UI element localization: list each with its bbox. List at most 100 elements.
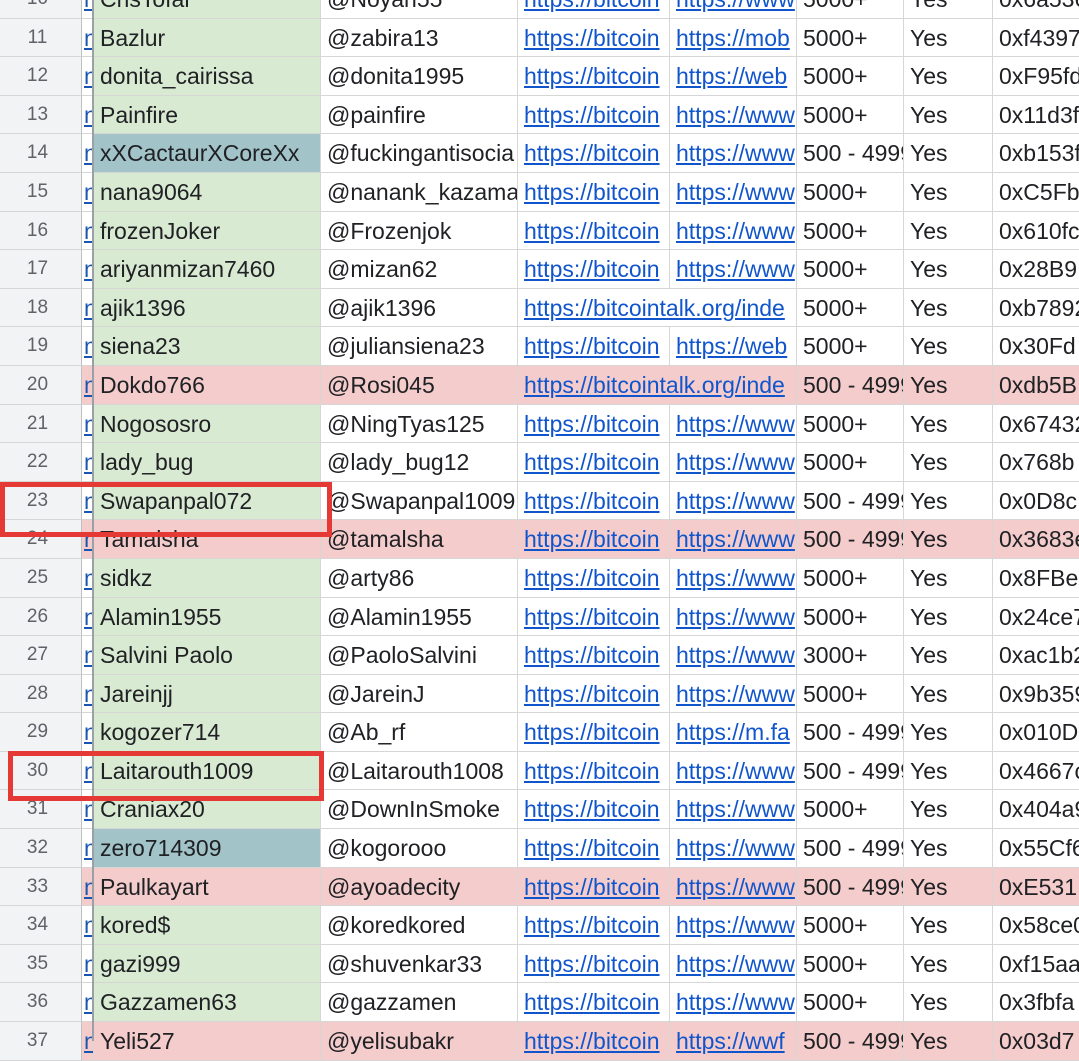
cell-post-link[interactable]: https://web <box>670 57 797 96</box>
cell-wallet-address[interactable]: 0x404a9 <box>993 790 1079 830</box>
row-number[interactable]: 29 <box>0 713 82 752</box>
cell-followers[interactable]: 5000+ <box>797 790 904 830</box>
cell-twitter-handle[interactable]: @koredkored <box>321 906 518 945</box>
cell-post-link[interactable]: https://www <box>670 558 797 598</box>
cell-profile-link[interactable]: https://bitcoin <box>518 57 670 96</box>
cell-profile-link[interactable]: https://bitcointalk.org/inde <box>518 288 797 328</box>
cell-username[interactable]: nana9064 <box>94 172 321 212</box>
cell-profile-link[interactable]: https://bitcoin <box>518 713 670 752</box>
cell-confirmed[interactable]: Yes <box>904 1022 993 1061</box>
table-row[interactable]: 35ntgazi999@shuvenkar33https://bitcoinht… <box>0 944 1079 984</box>
cell-profile-link[interactable]: https://bitcoin <box>518 172 670 212</box>
cell-twitter-handle[interactable]: @Noyan55 <box>321 0 518 19</box>
cell-profile-link[interactable]: https://bitcoin <box>518 520 670 559</box>
cell-post-link[interactable]: https://www <box>670 790 797 830</box>
cell-post-link[interactable]: https://www <box>670 829 797 868</box>
cell-profile-link[interactable]: https://bitcoin <box>518 404 670 444</box>
cell-twitter-handle[interactable]: @JareinJ <box>321 674 518 714</box>
row-number[interactable]: 13 <box>0 95 82 135</box>
cell-wallet-address[interactable]: 0x3fbfa <box>993 983 1079 1023</box>
cell-confirmed[interactable]: Yes <box>904 327 993 366</box>
cell-confirmed[interactable]: Yes <box>904 713 993 752</box>
cell-wallet-address[interactable]: 0x610fc <box>993 212 1079 251</box>
cell-followers[interactable]: 500 - 4999 <box>797 867 904 907</box>
cell-followers[interactable]: 500 - 4999 <box>797 365 904 405</box>
cell-wallet-address[interactable]: 0x0D8c <box>993 482 1079 521</box>
cell-profile-link[interactable]: https://bitcoin <box>518 558 670 598</box>
row-number[interactable]: 20 <box>0 365 82 405</box>
cell-profile-link[interactable]: https://bitcoin <box>518 0 670 19</box>
cell-twitter-handle[interactable]: @lady_bug12 <box>321 443 518 482</box>
cell-twitter-handle[interactable]: @Laitarouth1008 <box>321 751 518 791</box>
row-number[interactable]: 31 <box>0 790 82 830</box>
cell-profile-link[interactable]: https://bitcoin <box>518 211 670 251</box>
cell-twitter-handle[interactable]: @gazzamen <box>321 983 518 1023</box>
cell-twitter-handle[interactable]: @arty86 <box>321 558 518 598</box>
cell-wallet-address[interactable]: 0x3683e <box>993 520 1079 559</box>
table-row[interactable]: 21ntNogososro@NingTyas125https://bitcoin… <box>0 404 1079 444</box>
cell-followers[interactable]: 5000+ <box>797 250 904 289</box>
cell-confirmed[interactable]: Yes <box>904 558 993 598</box>
cell-followers[interactable]: 500 - 4999 <box>797 751 904 791</box>
table-row[interactable]: 18ntajik1396@ajik1396https://bitcointalk… <box>0 288 1079 328</box>
cell-profile-link[interactable]: https://bitcoin <box>518 597 670 637</box>
cell-twitter-handle[interactable]: @NingTyas125 <box>321 404 518 444</box>
row-number[interactable]: 12 <box>0 57 82 96</box>
cell-confirmed[interactable]: Yes <box>904 443 993 482</box>
cell-wallet-address[interactable]: 0x9b359 <box>993 675 1079 714</box>
cell-followers[interactable]: 500 - 4999 <box>797 520 904 559</box>
cell-followers[interactable]: 5000+ <box>797 674 904 714</box>
cell-twitter-handle[interactable]: @Alamin1955 <box>321 597 518 637</box>
cell-confirmed[interactable]: Yes <box>904 250 993 289</box>
cell-username[interactable]: ajik1396 <box>94 288 321 328</box>
cell-profile-link[interactable]: https://bitcointalk.org/inde <box>518 365 797 405</box>
cell-wallet-address[interactable]: 0x67432 <box>993 405 1079 444</box>
cell-post-link[interactable]: https://www <box>670 481 797 521</box>
cell-profile-link[interactable]: https://bitcoin <box>518 829 670 868</box>
cell-twitter-handle[interactable]: @Rosi045 <box>321 365 518 405</box>
cell-wallet-address[interactable]: 0x11d3f <box>993 96 1079 135</box>
table-row[interactable]: 30ntLaitarouth1009@Laitarouth1008https:/… <box>0 751 1079 791</box>
table-row[interactable]: 15ntnana9064@nanank_kazamahttps://bitcoi… <box>0 172 1079 212</box>
cell-wallet-address[interactable]: 0x28B9 <box>993 250 1079 289</box>
table-row[interactable]: 16ntfrozenJoker@Frozenjokhttps://bitcoin… <box>0 211 1079 251</box>
cell-confirmed[interactable]: Yes <box>904 906 993 945</box>
table-row[interactable]: 32ntzero714309@kogorooohttps://bitcoinht… <box>0 829 1079 868</box>
cell-confirmed[interactable]: Yes <box>904 481 993 521</box>
cell-followers[interactable]: 500 - 4999 <box>797 713 904 752</box>
cell-confirmed[interactable]: Yes <box>904 867 993 907</box>
cell-post-link[interactable]: https://www <box>670 172 797 212</box>
cell-username[interactable]: CrisTofar <box>94 0 321 19</box>
cell-confirmed[interactable]: Yes <box>904 751 993 791</box>
row-number[interactable]: 15 <box>0 172 82 212</box>
row-number[interactable]: 25 <box>0 558 82 598</box>
cell-username[interactable]: Paulkayart <box>94 867 321 907</box>
row-number[interactable]: 37 <box>0 1022 82 1061</box>
table-row[interactable]: 19ntsiena23@juliansiena23https://bitcoin… <box>0 327 1079 366</box>
table-row[interactable]: 20ntDokdo766@Rosi045https://bitcointalk.… <box>0 365 1079 405</box>
cell-confirmed[interactable]: Yes <box>904 18 993 58</box>
cell-confirmed[interactable]: Yes <box>904 674 993 714</box>
cell-confirmed[interactable]: Yes <box>904 520 993 559</box>
cell-twitter-handle[interactable]: @shuvenkar33 <box>321 944 518 984</box>
cell-followers[interactable]: 5000+ <box>797 288 904 328</box>
cell-profile-link[interactable]: https://bitcoin <box>518 751 670 791</box>
table-row[interactable]: 12ntdonita_cairissa@donita1995https://bi… <box>0 57 1079 96</box>
cell-profile-link[interactable]: https://bitcoin <box>518 983 670 1023</box>
cell-username[interactable]: sidkz <box>94 558 321 598</box>
cell-username[interactable]: xXCactaurXCoreXx <box>94 134 321 173</box>
table-row[interactable]: 26ntAlamin1955@Alamin1955https://bitcoin… <box>0 597 1079 637</box>
cell-wallet-address[interactable]: 0x8FBe <box>993 559 1079 598</box>
cell-username[interactable]: siena23 <box>94 327 321 366</box>
cell-confirmed[interactable]: Yes <box>904 829 993 868</box>
cell-username[interactable]: Yeli527 <box>94 1022 321 1061</box>
cell-post-link[interactable]: https://www <box>670 0 797 19</box>
cell-wallet-address[interactable]: 0xC5Fb <box>993 173 1079 212</box>
cell-twitter-handle[interactable]: @Frozenjok <box>321 211 518 251</box>
cell-post-link[interactable]: https://www <box>670 636 797 675</box>
table-row[interactable]: 25ntsidkz@arty86https://bitcoinhttps://w… <box>0 558 1079 598</box>
cell-wallet-address[interactable]: 0x24ce7 <box>993 598 1079 637</box>
cell-followers[interactable]: 5000+ <box>797 443 904 482</box>
cell-profile-link[interactable]: https://bitcoin <box>518 134 670 173</box>
cell-profile-link[interactable]: https://bitcoin <box>518 944 670 984</box>
